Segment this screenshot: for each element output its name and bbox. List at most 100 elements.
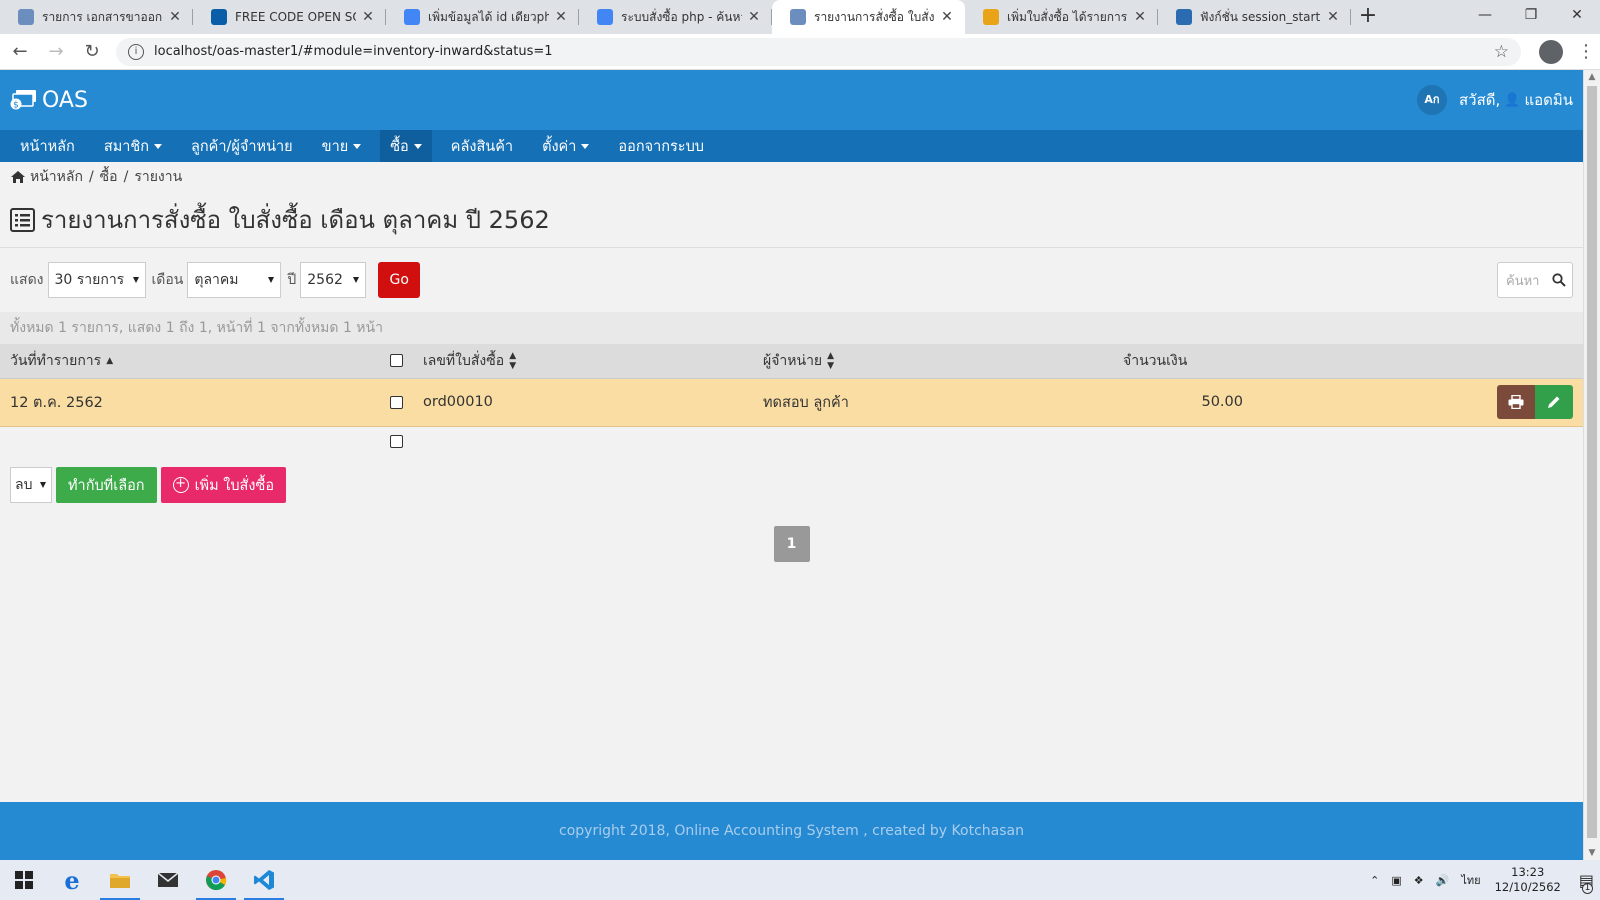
plus-circle-icon: +: [172, 477, 189, 493]
menu-item[interactable]: ขาย: [312, 130, 372, 162]
menu-item[interactable]: ตั้งค่า: [532, 130, 599, 162]
page-scrollbar[interactable]: ▲ ▼: [1583, 70, 1600, 860]
header-date[interactable]: วันที่ทำรายการ ▲: [0, 344, 380, 379]
back-button[interactable]: ←: [4, 41, 36, 62]
browser-tab[interactable]: เพิ่มใบสั่งซื้อ ได้รายการเดียวค่ะ ✕: [965, 0, 1158, 34]
url-field[interactable]: i localhost/oas-master1/#module=inventor…: [116, 37, 1521, 66]
new-tab-button[interactable]: +: [1351, 0, 1385, 34]
scroll-thumb[interactable]: [1587, 86, 1597, 838]
month-select[interactable]: ตุลาคม: [187, 262, 282, 298]
vscode-logo-icon: [254, 870, 274, 890]
year-select[interactable]: 2562: [300, 262, 367, 298]
browser-tab[interactable]: เพิ่มข้อมูลได้ id เดียวphp - ค้นหาด้วย G…: [386, 0, 579, 34]
app-logo[interactable]: $ OAS: [10, 88, 88, 113]
tab-close-icon[interactable]: ✕: [167, 9, 183, 25]
row-checkbox[interactable]: [390, 395, 403, 409]
vscode-icon[interactable]: [240, 860, 288, 900]
header-date-label: วันที่ทำรายการ: [10, 352, 102, 369]
browser-tab[interactable]: FREE CODE OPEN SOURCE ✕: [193, 0, 386, 34]
table-row[interactable]: 12 ต.ค. 2562 ord00010 ทดสอบ ลูกค้า 50.00: [0, 378, 1583, 427]
breadcrumb-separator: /: [88, 169, 94, 185]
edge-browser-icon[interactable]: e: [48, 860, 96, 900]
go-button[interactable]: Go: [378, 262, 421, 298]
close-window-button[interactable]: ✕: [1554, 0, 1600, 30]
add-order-label: เพิ่ม ใบสั่งซื้อ: [194, 477, 275, 494]
show-count-select[interactable]: 30 รายการ: [47, 262, 146, 298]
apply-selected-button[interactable]: ทำกับที่เลือก: [56, 467, 157, 503]
tab-close-icon[interactable]: ✕: [553, 9, 569, 25]
menu-item-label: ออกจากระบบ: [618, 138, 705, 155]
page-1-button[interactable]: 1: [773, 526, 810, 562]
bulk-action-select[interactable]: ลบ: [10, 467, 52, 503]
username-link[interactable]: แอดมิน: [1524, 88, 1573, 112]
forward-button[interactable]: →: [40, 41, 72, 62]
tab-close-icon[interactable]: ✕: [1132, 9, 1148, 25]
minimize-button[interactable]: —: [1462, 0, 1508, 30]
cell-actions: [1253, 378, 1583, 427]
bulk-action-value: ลบ: [15, 477, 33, 493]
list-icon: [10, 207, 35, 232]
tab-close-icon[interactable]: ✕: [360, 9, 376, 25]
dropbox-icon[interactable]: ❖: [1414, 874, 1424, 887]
browser-menu-icon[interactable]: ⋮: [1577, 41, 1595, 62]
greeting-text: สวัสดี,: [1459, 91, 1501, 109]
clock[interactable]: 13:23 12/10/2562: [1495, 865, 1561, 895]
select-all-checkbox[interactable]: [390, 354, 403, 368]
caret-down-icon: [154, 143, 163, 149]
search-icon[interactable]: [1552, 273, 1566, 287]
breadcrumb-home[interactable]: หน้าหลัก: [30, 166, 83, 188]
tray-expand-icon[interactable]: ⌃: [1370, 874, 1379, 887]
tab-favicon-icon: [404, 9, 420, 25]
chevron-down-icon: [40, 482, 46, 488]
sort-icon: ▲ ▼: [827, 350, 835, 371]
search-input[interactable]: ค้นหา: [1497, 262, 1573, 298]
notification-center-icon[interactable]: ▤ 1: [1579, 871, 1594, 894]
header-amount-label: จำนวนเงิน: [1123, 352, 1188, 369]
tab-close-icon[interactable]: ✕: [939, 9, 955, 25]
scroll-up-icon[interactable]: ▲: [1584, 72, 1600, 82]
print-button[interactable]: [1497, 385, 1535, 419]
reload-button[interactable]: ↻: [76, 41, 108, 62]
chrome-logo-icon: [206, 870, 227, 891]
menu-item[interactable]: คลังสินค้า: [441, 130, 523, 162]
volume-icon[interactable]: 🔊: [1436, 874, 1450, 887]
chevron-down-icon: [353, 277, 360, 283]
menu-item[interactable]: ซื้อ: [380, 130, 432, 162]
chrome-icon[interactable]: [192, 860, 240, 900]
site-info-icon[interactable]: i: [128, 43, 144, 60]
language-switch-icon[interactable]: Aก: [1417, 85, 1447, 115]
browser-tab[interactable]: รายการ เอกสารขาออก ✕: [0, 0, 193, 34]
menu-item[interactable]: หน้าหลัก: [10, 130, 85, 162]
menu-item-label: สมาชิก: [103, 138, 150, 155]
app-header: $ OAS Aก สวัสดี, 👤 แอดมิน: [0, 70, 1583, 130]
browser-tab[interactable]: ระบบสั่งซื้อ php - ค้นหาด้วย Google ✕: [579, 0, 772, 34]
edit-button[interactable]: [1535, 385, 1573, 419]
header-supplier[interactable]: ผู้จำหน่าย ▲ ▼: [753, 344, 1113, 379]
start-button[interactable]: [0, 860, 48, 900]
select-all-checkbox-bottom[interactable]: [390, 434, 403, 448]
network-icon[interactable]: ▣: [1391, 874, 1401, 887]
menu-item-label: ลูกค้า/ผู้จำหน่าย: [191, 138, 293, 155]
add-order-button[interactable]: + เพิ่ม ใบสั่งซื้อ: [160, 467, 287, 503]
browser-tab[interactable]: รายงานการสั่งซื้อ ใบสั่งซื้อ เดือน ตุลาค…: [772, 0, 965, 34]
menu-item[interactable]: ออกจากระบบ: [608, 130, 714, 162]
menu-item[interactable]: ลูกค้า/ผู้จำหน่าย: [181, 130, 303, 162]
scroll-down-icon[interactable]: ▼: [1584, 848, 1600, 858]
menu-item-label: คลังสินค้า: [450, 138, 514, 155]
maximize-button[interactable]: ❐: [1508, 0, 1554, 30]
bookmark-star-icon[interactable]: ☆: [1494, 42, 1509, 62]
browser-tab[interactable]: ฟังก์ชั่น session_start() : ไม่สามารถ ✕: [1158, 0, 1351, 34]
show-label: แสดง: [10, 272, 44, 288]
file-explorer-icon[interactable]: [96, 860, 144, 900]
chevron-down-icon: [132, 277, 139, 283]
cell-date: 12 ต.ค. 2562: [0, 378, 380, 427]
input-language[interactable]: ไทย: [1461, 871, 1480, 889]
tab-title: ระบบสั่งซื้อ php - ค้นหาด้วย Google: [621, 9, 742, 24]
header-order-no[interactable]: เลขที่ใบสั่งซื้อ ▲ ▼: [413, 344, 753, 379]
tab-close-icon[interactable]: ✕: [746, 9, 762, 25]
menu-item[interactable]: สมาชิก: [94, 130, 172, 162]
profile-avatar-icon[interactable]: [1539, 39, 1563, 64]
mail-icon[interactable]: [144, 860, 192, 900]
breadcrumb-purchase[interactable]: ซื้อ: [100, 166, 118, 188]
tab-close-icon[interactable]: ✕: [1325, 9, 1341, 25]
